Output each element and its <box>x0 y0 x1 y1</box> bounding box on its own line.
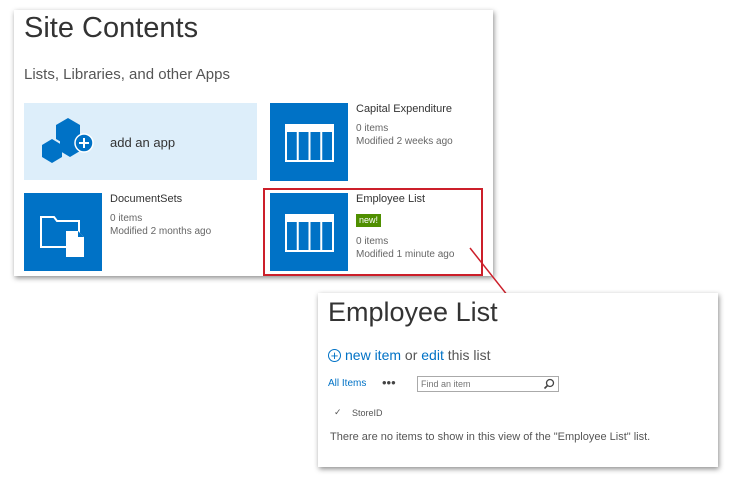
add-app-icon <box>42 118 94 163</box>
new-item-link[interactable]: new item <box>345 347 401 363</box>
list-title: Employee List <box>328 297 498 327</box>
view-all-items[interactable]: All Items <box>328 378 366 389</box>
tile-modified: Modified 2 months ago <box>110 226 212 237</box>
more-options-button[interactable]: ••• <box>382 375 396 390</box>
tile-item-count: 0 items <box>356 123 389 134</box>
add-icon[interactable]: + <box>328 348 341 362</box>
tile-item-count: 0 items <box>110 213 143 224</box>
page-title: Site Contents <box>24 12 199 44</box>
employee-list-panel: Employee List + new item or edit this li… <box>318 293 718 467</box>
column-header-storeid[interactable]: StoreID <box>352 408 383 418</box>
tile-name[interactable]: DocumentSets <box>110 193 182 205</box>
highlight-box <box>263 188 483 276</box>
tile-modified: Modified 2 weeks ago <box>356 136 453 147</box>
view-toolbar: All Items ••• <box>328 375 708 396</box>
app-tile-capital-expenditure[interactable]: Capital Expenditure 0 items Modified 2 w… <box>270 103 480 181</box>
search-input[interactable] <box>421 378 539 390</box>
app-tile-documentsets[interactable]: DocumentSets 0 items Modified 2 months a… <box>24 193 244 271</box>
tile-name[interactable]: Capital Expenditure <box>356 103 452 115</box>
list-icon <box>285 124 334 162</box>
library-tile-icon-box <box>24 193 102 271</box>
search-box[interactable] <box>417 376 559 392</box>
site-contents-panel: Site Contents Lists, Libraries, and othe… <box>14 10 493 276</box>
folder-document-icon <box>40 216 84 257</box>
search-icon[interactable] <box>543 378 555 390</box>
add-an-app-tile[interactable]: add an app <box>24 103 257 180</box>
list-actions: + new item or edit this list <box>328 347 491 363</box>
edit-link[interactable]: edit <box>421 347 444 363</box>
this-list-text: this list <box>447 347 491 363</box>
list-tile-icon-box <box>270 103 348 181</box>
or-text: or <box>404 347 418 363</box>
empty-view-message: There are no items to show in this view … <box>330 431 651 443</box>
section-heading: Lists, Libraries, and other Apps <box>24 66 230 83</box>
select-all-check-icon[interactable]: ✓ <box>334 407 342 418</box>
add-an-app-label: add an app <box>110 135 176 150</box>
